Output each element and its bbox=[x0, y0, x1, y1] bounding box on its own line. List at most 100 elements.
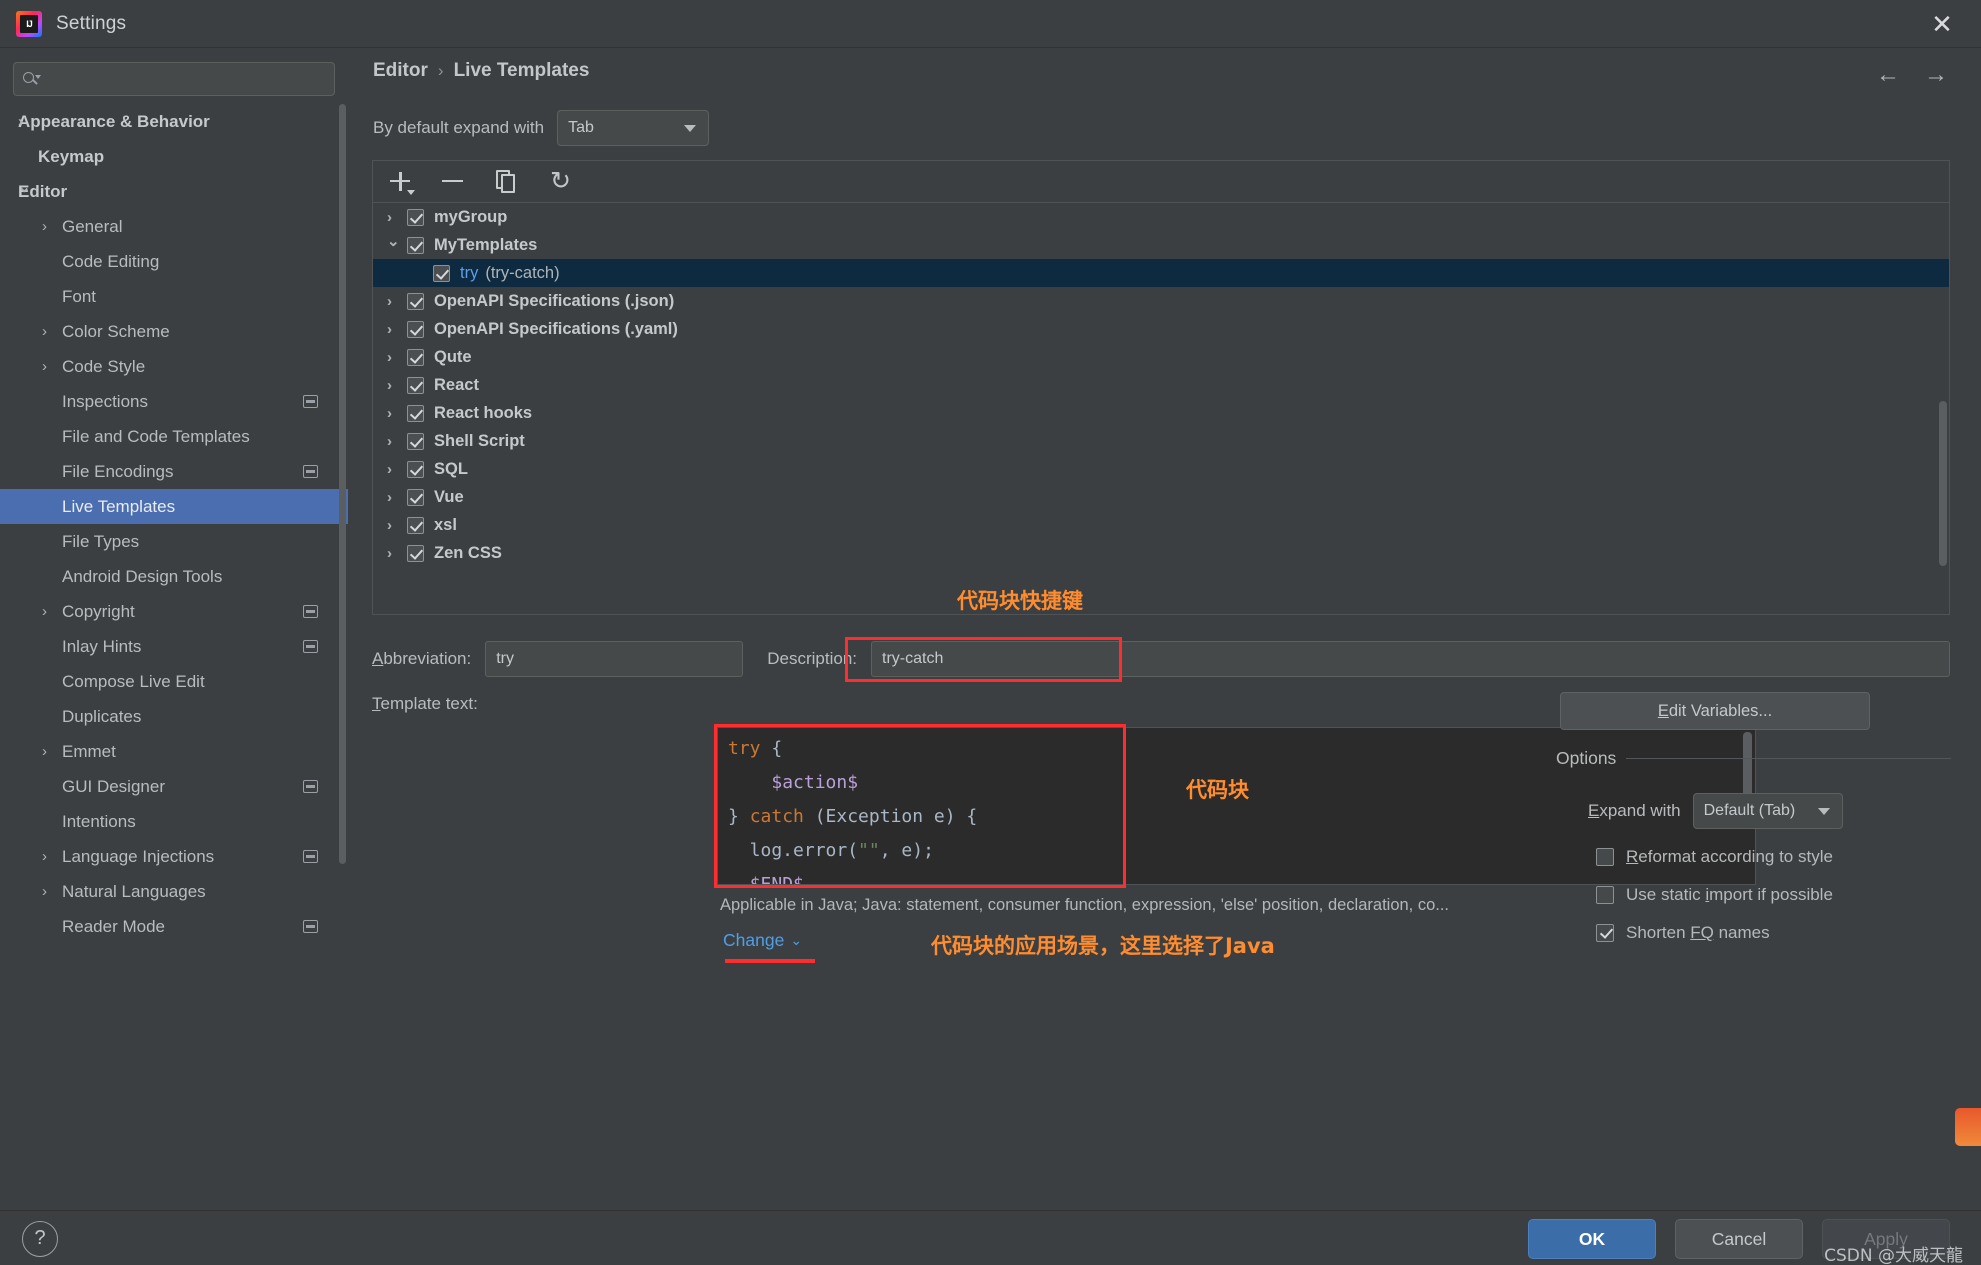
sidebar-item-gui-designer[interactable]: GUI Designer bbox=[0, 769, 348, 804]
chevron-right-icon[interactable] bbox=[42, 885, 56, 899]
sidebar-item-reader-mode[interactable]: Reader Mode bbox=[0, 909, 348, 944]
close-icon[interactable]: ✕ bbox=[1925, 8, 1959, 40]
chevron-right-icon[interactable] bbox=[387, 517, 407, 534]
checkbox-icon[interactable] bbox=[407, 544, 424, 562]
checkbox-icon[interactable] bbox=[407, 320, 424, 338]
nav-back-icon[interactable]: ← bbox=[1873, 60, 1903, 90]
chevron-right-icon[interactable] bbox=[387, 405, 407, 422]
chevron-down-icon[interactable] bbox=[387, 236, 407, 254]
sidebar-item-file-types[interactable]: File Types bbox=[0, 524, 348, 559]
duplicate-template-button[interactable] bbox=[491, 168, 519, 196]
checkbox-icon[interactable] bbox=[407, 460, 424, 478]
chevron-right-icon[interactable] bbox=[42, 745, 56, 759]
sidebar-item-live-templates[interactable]: Live Templates bbox=[0, 489, 348, 524]
remove-template-button[interactable] bbox=[439, 168, 467, 196]
chevron-right-icon[interactable] bbox=[387, 321, 407, 338]
chevron-right-icon[interactable] bbox=[387, 433, 407, 450]
edit-variables-button[interactable]: Edit Variables... bbox=[1560, 692, 1870, 730]
checkbox-icon[interactable] bbox=[407, 292, 424, 310]
option-shorten-fq-names[interactable]: Shorten FQ names bbox=[1596, 923, 1951, 943]
breadcrumb-root[interactable]: Editor bbox=[373, 60, 428, 82]
checkbox-icon[interactable] bbox=[407, 236, 424, 254]
checkbox-icon[interactable] bbox=[407, 348, 424, 366]
default-expand-select[interactable]: Tab bbox=[557, 110, 710, 146]
template-row[interactable]: React hooks bbox=[373, 399, 1949, 427]
checkbox-icon[interactable] bbox=[1596, 848, 1614, 866]
chevron-right-icon[interactable] bbox=[42, 360, 56, 374]
revert-changes-icon[interactable]: ↺ bbox=[543, 167, 571, 196]
cancel-button[interactable]: Cancel bbox=[1675, 1219, 1803, 1259]
add-template-button[interactable] bbox=[387, 168, 415, 196]
sidebar-item-appearance-behavior[interactable]: Appearance & Behavior bbox=[0, 104, 348, 139]
chevron-right-icon[interactable] bbox=[387, 293, 407, 310]
nav-forward-icon[interactable]: → bbox=[1921, 60, 1951, 90]
template-row[interactable]: Zen CSS bbox=[373, 539, 1949, 567]
abbreviation-input[interactable]: try bbox=[485, 641, 744, 677]
chevron-right-icon[interactable] bbox=[387, 489, 407, 506]
chevron-right-icon[interactable] bbox=[387, 349, 407, 366]
checkbox-icon[interactable] bbox=[407, 488, 424, 506]
template-row[interactable]: try (try-catch) bbox=[373, 259, 1949, 287]
expand-with-select[interactable]: Default (Tab) bbox=[1692, 793, 1843, 829]
checkbox-icon[interactable] bbox=[433, 264, 450, 282]
sidebar-item-inspections[interactable]: Inspections bbox=[0, 384, 348, 419]
sidebar-item-duplicates[interactable]: Duplicates bbox=[0, 699, 348, 734]
sidebar-item-intentions[interactable]: Intentions bbox=[0, 804, 348, 839]
sidebar-item-code-style[interactable]: Code Style bbox=[0, 349, 348, 384]
sidebar-item-color-scheme[interactable]: Color Scheme bbox=[0, 314, 348, 349]
sidebar-item-emmet[interactable]: Emmet bbox=[0, 734, 348, 769]
checkbox-icon[interactable] bbox=[1596, 924, 1614, 942]
chevron-right-icon[interactable] bbox=[42, 220, 56, 234]
sidebar-item-code-editing[interactable]: Code Editing bbox=[0, 244, 348, 279]
template-row[interactable]: Shell Script bbox=[373, 427, 1949, 455]
templates-scrollbar[interactable] bbox=[1939, 401, 1947, 566]
sidebar-item-file-and-code-templates[interactable]: File and Code Templates bbox=[0, 419, 348, 454]
chevron-right-icon[interactable] bbox=[42, 605, 56, 619]
change-context-link[interactable]: Change ⌄ bbox=[723, 930, 802, 951]
template-row[interactable]: MyTemplates bbox=[373, 231, 1949, 259]
checkbox-icon[interactable] bbox=[1596, 886, 1614, 904]
option-reformat-according-to-style[interactable]: Reformat according to style bbox=[1596, 847, 1951, 867]
chevron-right-icon[interactable] bbox=[42, 850, 56, 864]
checkbox-icon[interactable] bbox=[407, 404, 424, 422]
ok-button[interactable]: OK bbox=[1528, 1219, 1656, 1259]
sidebar-item-copyright[interactable]: Copyright bbox=[0, 594, 348, 629]
chevron-right-icon[interactable] bbox=[18, 115, 32, 129]
chevron-right-icon[interactable] bbox=[387, 461, 407, 478]
description-input[interactable]: try-catch bbox=[871, 641, 1950, 677]
checkbox-icon[interactable] bbox=[407, 432, 424, 450]
chevron-right-icon[interactable] bbox=[42, 325, 56, 339]
sidebar-scrollbar[interactable] bbox=[339, 104, 346, 864]
options-title: Options bbox=[1556, 748, 1617, 768]
template-row[interactable]: SQL bbox=[373, 455, 1949, 483]
chevron-down-icon[interactable] bbox=[18, 185, 32, 199]
sidebar-item-font[interactable]: Font bbox=[0, 279, 348, 314]
checkbox-icon[interactable] bbox=[407, 208, 424, 226]
sidebar-item-general[interactable]: General bbox=[0, 209, 348, 244]
chevron-right-icon[interactable] bbox=[387, 377, 407, 394]
sidebar-item-android-design-tools[interactable]: Android Design Tools bbox=[0, 559, 348, 594]
option-use-static-import[interactable]: Use static import if possible bbox=[1596, 885, 1951, 905]
sidebar-item-editor[interactable]: Editor bbox=[0, 174, 348, 209]
search-box[interactable] bbox=[13, 62, 335, 96]
sidebar-item-compose-live-edit[interactable]: Compose Live Edit bbox=[0, 664, 348, 699]
sidebar-item-natural-languages[interactable]: Natural Languages bbox=[0, 874, 348, 909]
sidebar-item-file-encodings[interactable]: File Encodings bbox=[0, 454, 348, 489]
search-input[interactable] bbox=[40, 71, 325, 87]
checkbox-icon[interactable] bbox=[407, 376, 424, 394]
template-row[interactable]: OpenAPI Specifications (.yaml) bbox=[373, 315, 1949, 343]
code-token: try bbox=[728, 738, 761, 759]
checkbox-icon[interactable] bbox=[407, 516, 424, 534]
help-icon[interactable]: ? bbox=[22, 1221, 58, 1257]
template-row[interactable]: xsl bbox=[373, 511, 1949, 539]
chevron-right-icon[interactable] bbox=[387, 545, 407, 562]
template-row[interactable]: Vue bbox=[373, 483, 1949, 511]
template-row[interactable]: React bbox=[373, 371, 1949, 399]
template-row[interactable]: Qute bbox=[373, 343, 1949, 371]
template-row[interactable]: OpenAPI Specifications (.json) bbox=[373, 287, 1949, 315]
sidebar-item-keymap[interactable]: Keymap bbox=[0, 139, 348, 174]
template-row[interactable]: myGroup bbox=[373, 203, 1949, 231]
sidebar-item-language-injections[interactable]: Language Injections bbox=[0, 839, 348, 874]
sidebar-item-inlay-hints[interactable]: Inlay Hints bbox=[0, 629, 348, 664]
chevron-right-icon[interactable] bbox=[387, 209, 407, 226]
